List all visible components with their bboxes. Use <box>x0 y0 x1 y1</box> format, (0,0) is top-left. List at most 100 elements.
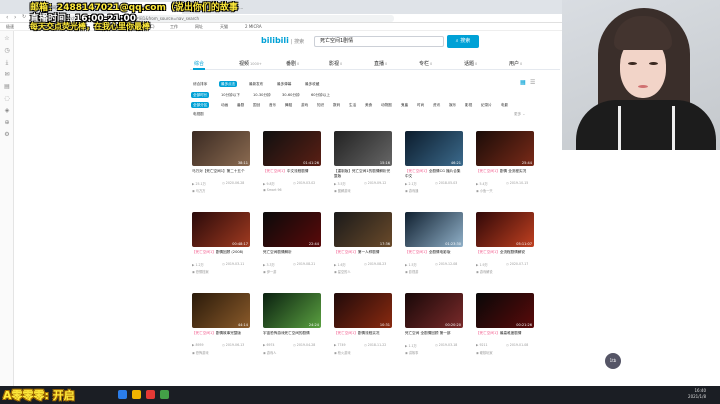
video-author[interactable]: ◉ 枪火游戏 <box>334 350 351 355</box>
video-thumbnail[interactable]: 01:41:26 <box>263 131 321 166</box>
video-thumbnail[interactable]: 05:11:07 <box>476 212 534 247</box>
video-card[interactable]: 00:21:26 【死亡空间1】最高难度剧情 ▶ 9211 ◷ 2019-01-08 ◉… <box>476 293 534 363</box>
zone-option[interactable]: 电影 <box>499 102 510 108</box>
list-view-icon[interactable]: ☰ <box>530 80 537 86</box>
settings-icon[interactable]: ⚙ <box>3 131 11 138</box>
zone-option[interactable]: 番剧 <box>235 102 246 108</box>
app-icon[interactable] <box>160 390 169 399</box>
video-author[interactable]: ◉ 游戏通 <box>405 188 418 193</box>
video-thumbnail[interactable]: 25:44 <box>476 131 534 166</box>
sort-option[interactable]: 最新发布 <box>247 81 265 87</box>
video-thumbnail[interactable]: 00:48:17 <box>192 212 250 247</box>
zone-option[interactable]: 时尚 <box>415 102 426 108</box>
video-title[interactable]: 【死亡空间1】最高难度剧情 <box>476 331 534 341</box>
bookmark-item[interactable]: 极速 <box>6 24 14 30</box>
zone-option[interactable]: 影视 <box>463 102 474 108</box>
video-title[interactable]: 死亡空间 全剧情回顾 第一部 <box>405 331 463 341</box>
search-input[interactable]: 死亡空间1剧情 <box>314 36 444 47</box>
video-author[interactable]: ◉ 马万万 <box>192 188 205 193</box>
video-card[interactable]: 38:11 马万对【死亡空间1】第二十五个 ▶ 25.1万 ◷ 2020-06-28 ◉… <box>192 131 250 201</box>
video-author[interactable]: ◉ 小鱼一只 <box>476 188 493 193</box>
folder-icon[interactable] <box>132 390 141 399</box>
mail-icon[interactable]: ✉ <box>3 71 11 78</box>
zone-option[interactable]: 电视剧 <box>191 111 206 117</box>
duration-option[interactable]: 10-30分钟 <box>251 92 273 98</box>
tab-user[interactable]: 用户0 <box>509 60 522 67</box>
grid-view-icon[interactable]: ▦ <box>520 80 527 86</box>
forward-icon[interactable]: › <box>14 14 16 21</box>
video-author[interactable]: ◉ 伊一游 <box>263 269 276 274</box>
zone-option[interactable]: 生活 <box>347 102 358 108</box>
tab-video[interactable]: 视频1000+ <box>239 60 262 67</box>
tab-topic[interactable]: 话题0 <box>464 60 477 67</box>
video-thumbnail[interactable]: 10:31 <box>334 293 392 328</box>
zone-option[interactable]: 动物圈 <box>379 102 394 108</box>
bookmark-item[interactable]: 2 MICRA <box>245 24 262 29</box>
tab-all[interactable]: 综合 <box>194 60 204 67</box>
video-card[interactable]: 10:31 【死亡空间1】剧情流程实况 ▶ 7749 ◷ 2018-11-22 ◉ 枪火… <box>334 293 392 363</box>
video-card[interactable]: 17:36 【死亡空间1】第一人称剧情 ▶ 1.6万 ◷ 2019-08-23 ◉ 星空… <box>334 212 392 282</box>
video-card[interactable]: 24:24 宇宙恐怖游戏死亡空间的剧情 ▶ 6974 ◷ 2019-04-28 ◉ 游戏… <box>263 293 321 363</box>
video-title[interactable]: 【死亡空间1】中文流程剧情 <box>263 169 321 179</box>
bookmark-item[interactable]: 网址 <box>195 24 203 30</box>
video-card[interactable]: 00:20:20 死亡空间 全剧情回顾 第一部 ▶ 1.1万 ◷ 2019-03-18… <box>405 293 463 363</box>
video-title[interactable]: 宇宙恐怖游戏死亡空间的剧情 <box>263 331 321 341</box>
video-title[interactable]: 【死亡空间1】剧情 全流程实况 <box>476 169 534 179</box>
download-icon[interactable]: ⤓ <box>3 59 11 67</box>
video-author[interactable]: ◉ 恐惧档案 <box>192 269 209 274</box>
zone-option[interactable]: 动画 <box>219 102 230 108</box>
zone-option[interactable]: 国创 <box>251 102 262 108</box>
duration-option-active[interactable]: 全部时长 <box>191 92 210 98</box>
video-card[interactable]: 01:23:30 【死亡空间1】全剧情电影版 ▶ 1.5万 ◷ 2019-12-08 ◉… <box>405 212 463 282</box>
video-title[interactable]: 【死亡空间1】剧情流程实况 <box>334 331 392 341</box>
floating-speed-ball[interactable]: 1tb <box>605 353 621 369</box>
video-author[interactable]: ◉ Smart 96 <box>263 188 282 192</box>
app-icon[interactable] <box>146 390 155 399</box>
video-title[interactable]: 【死亡空间1】剧情故事完整版 <box>192 331 250 341</box>
video-author[interactable]: ◉ 硬核玩家 <box>476 350 493 355</box>
bilibili-logo[interactable]: bilibili | 搜索 <box>261 36 304 45</box>
zone-option[interactable]: 音乐 <box>267 102 278 108</box>
zone-option[interactable]: 美食 <box>363 102 374 108</box>
video-thumbnail[interactable]: 38:11 <box>192 131 250 166</box>
zone-option[interactable]: 数码 <box>331 102 342 108</box>
video-title[interactable]: 【死亡空间1】第一人称剧情 <box>334 250 392 260</box>
video-card[interactable]: 22:44 死亡空间剧情解析 ▶ 3.3万 ◷ 2019-08-21 ◉ 伊一游 <box>263 212 321 282</box>
tab-article[interactable]: 专栏0 <box>419 60 432 67</box>
star-icon[interactable]: ☆ <box>3 35 11 42</box>
video-card[interactable]: 05:11:07 【死亡空间1】全流程剧情解说 ▶ 1.9万 ◷ 2020-07-17… <box>476 212 534 282</box>
sort-option-active[interactable]: 最多点击 <box>219 81 238 87</box>
sort-option[interactable]: 最多收藏 <box>303 81 321 87</box>
video-card[interactable]: 00:48:17 【死亡空间1】剧情回顾 (2008) ▶ 1.2万 ◷ 2019-0… <box>192 212 250 282</box>
video-author[interactable]: ◉ 游戏人 <box>263 350 276 355</box>
video-card[interactable]: 15:16 【重制版】死亡空间1的剧情解析完整版 ▶ 3.5万 ◷ 2019-09-1… <box>334 131 392 201</box>
video-title[interactable]: 【死亡空间1】全流程剧情解说 <box>476 250 534 260</box>
video-card[interactable]: 44:14 【死亡空间1】剧情故事完整版 ▶ 8959 ◷ 2019-06-13 ◉ 恐… <box>192 293 250 363</box>
video-thumbnail[interactable]: 00:21:26 <box>476 293 534 328</box>
video-thumbnail[interactable]: 01:23:30 <box>405 212 463 247</box>
zone-option[interactable]: 舞蹈 <box>283 102 294 108</box>
tab-live[interactable]: 直播0 <box>374 60 387 67</box>
back-icon[interactable]: ‹ <box>6 14 8 21</box>
video-title[interactable]: 【死亡空间1】剧情回顾 (2008) <box>192 250 250 260</box>
video-author[interactable]: ◉ 影视游 <box>405 269 418 274</box>
duration-option[interactable]: 10分钟以下 <box>219 92 242 98</box>
video-title[interactable]: 马万对【死亡空间1】第二十五个 <box>192 169 250 179</box>
video-thumbnail[interactable]: 24:24 <box>263 293 321 328</box>
sort-option[interactable]: 最多弹幕 <box>275 81 293 87</box>
cart-icon[interactable]: ⊕ <box>3 119 11 126</box>
tab-movie[interactable]: 影视0 <box>329 60 342 67</box>
video-thumbnail[interactable]: 44:14 <box>192 293 250 328</box>
more-filters-link[interactable]: 更多 ⌄ <box>512 111 527 117</box>
zone-option-active[interactable]: 全部分区 <box>191 102 210 108</box>
bookmark-item[interactable]: 天猫 <box>220 24 228 30</box>
video-title[interactable]: 【死亡空间1】全剧情电影版 <box>405 250 463 260</box>
video-author[interactable]: ◉ 恐怖游戏 <box>192 350 209 355</box>
game-icon[interactable]: ◈ <box>3 107 11 114</box>
video-thumbnail[interactable]: 15:16 <box>334 131 392 166</box>
video-author[interactable]: ◉ 星空的人 <box>334 269 351 274</box>
video-card[interactable]: 01:41:26 【死亡空间1】中文流程剧情 ▶ 9.8万 ◷ 2019-03-02 ◉… <box>263 131 321 201</box>
note-icon[interactable]: ▤ <box>3 83 11 90</box>
video-author[interactable]: ◉ 游戏解说 <box>476 269 493 274</box>
bookmark-item[interactable]: 工作 <box>170 24 178 30</box>
